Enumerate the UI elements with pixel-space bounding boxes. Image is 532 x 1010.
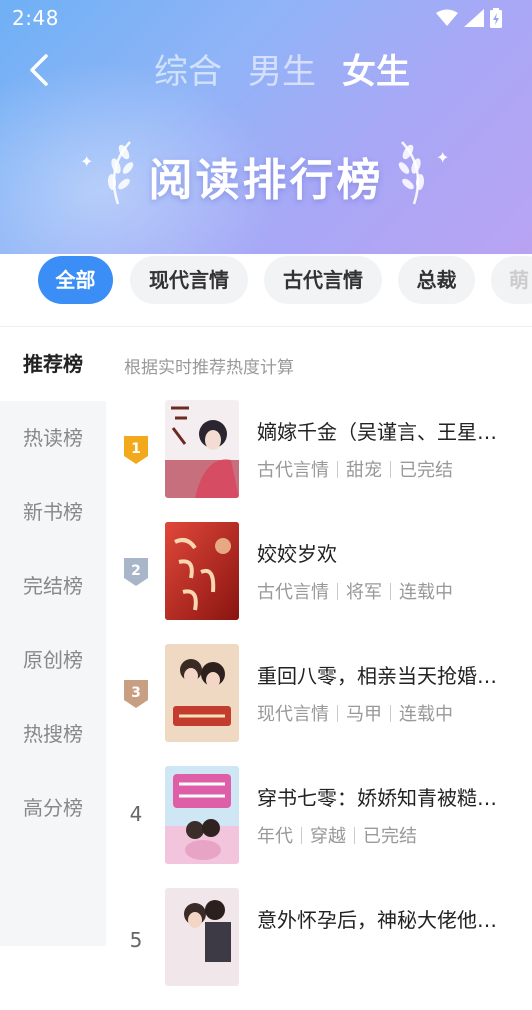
wifi-icon bbox=[436, 9, 458, 26]
book-tags: 现代言情 马甲 连载中 bbox=[257, 704, 453, 725]
sidebar-item-hot-search[interactable]: 热搜榜 bbox=[0, 697, 106, 771]
list-item[interactable]: 1 嫡嫁千金（吴谨言、王星越主演） 古代言情甜宠已完结 bbox=[106, 400, 532, 522]
book-cover[interactable] bbox=[165, 766, 239, 864]
book-tags: 古代言情 甜宠 已完结 bbox=[257, 460, 453, 481]
sparkle-icon: ✦ bbox=[436, 148, 450, 167]
status-icons bbox=[436, 8, 502, 28]
list-item[interactable]: 5 意外怀孕后，神秘大佬他宠妻无度 bbox=[106, 888, 532, 1010]
chip-ancient-romance[interactable]: 古代言情 bbox=[264, 256, 382, 304]
sidebar-item-hot-reading[interactable]: 热读榜 bbox=[0, 401, 106, 475]
tab-male[interactable]: 男生 bbox=[248, 44, 316, 93]
book-cover[interactable] bbox=[165, 522, 239, 620]
rank-bronze-badge-icon: 3 bbox=[124, 680, 148, 708]
book-title: 穿书七零：娇娇知青被糙汉宠上天 bbox=[257, 786, 507, 810]
book-tags: 古代言情 将军 连载中 bbox=[257, 582, 453, 603]
battery-icon bbox=[490, 8, 502, 28]
list-item[interactable]: 2 姣姣岁欢 古代言情 将军 连载中 bbox=[106, 522, 532, 644]
page-title: 阅读排行榜 bbox=[148, 155, 384, 206]
sidebar-item-recommended[interactable]: 推荐榜 bbox=[0, 327, 106, 401]
signal-icon bbox=[464, 9, 484, 27]
chip-ceo[interactable]: 总裁 bbox=[398, 256, 475, 304]
book-title: 嫡嫁千金（吴谨言、王星越主演） bbox=[257, 420, 507, 444]
gender-tabs: 综合 男生 女生 bbox=[154, 44, 410, 93]
svg-text:1: 1 bbox=[131, 441, 141, 457]
book-cover[interactable] bbox=[165, 644, 239, 742]
svg-text:3: 3 bbox=[131, 685, 141, 701]
rank-number: 4 bbox=[129, 802, 143, 826]
back-arrow-icon[interactable] bbox=[24, 50, 58, 90]
sidebar-item-completed[interactable]: 完结榜 bbox=[0, 549, 106, 623]
status-bar: 2:48 bbox=[0, 0, 532, 36]
chip-cute[interactable]: 萌 bbox=[491, 256, 532, 304]
book-list: 根据实时推荐热度计算 1 嫡嫁千金（吴谨言、王星越主演） 古代言情甜宠已完结 2 bbox=[106, 327, 532, 986]
list-item[interactable]: 3 重回八零，相亲当天抢婚最野糙汉 现代言情马甲连载中 bbox=[106, 644, 532, 766]
tab-general[interactable]: 综合 bbox=[154, 44, 222, 93]
status-time: 2:48 bbox=[12, 6, 59, 30]
book-title: 重回八零，相亲当天抢婚最野糙汉 bbox=[257, 664, 507, 688]
sidebar-item-high-score[interactable]: 高分榜 bbox=[0, 771, 106, 845]
chip-modern-romance[interactable]: 现代言情 bbox=[130, 256, 248, 304]
book-title: 姣姣岁欢 bbox=[257, 542, 337, 566]
sidebar-item-new-books[interactable]: 新书榜 bbox=[0, 475, 106, 549]
sidebar-item-original[interactable]: 原创榜 bbox=[0, 623, 106, 697]
book-tags: 年代 穿越 已完结 bbox=[257, 826, 417, 847]
list-hint: 根据实时推荐热度计算 bbox=[124, 358, 294, 378]
header-banner: 2:48 综合 男生 女生 ✦ 阅读排行榜 ✦ bbox=[0, 0, 532, 254]
laurel-right-icon bbox=[398, 141, 425, 205]
chip-all[interactable]: 全部 bbox=[38, 256, 113, 304]
rank-gold-badge-icon: 1 bbox=[124, 436, 148, 464]
category-chips: 全部 现代言情 古代言情 总裁 萌 bbox=[0, 254, 532, 327]
rank-number: 5 bbox=[129, 928, 143, 952]
list-item[interactable]: 4 穿书七零：娇娇知青被糙汉宠上天 年代穿越已完结 bbox=[106, 766, 532, 888]
tab-female[interactable]: 女生 bbox=[342, 44, 410, 93]
ranking-sidebar: 推荐榜 热读榜 新书榜 完结榜 原创榜 热搜榜 高分榜 bbox=[0, 327, 106, 946]
book-title: 意外怀孕后，神秘大佬他宠妻无度 bbox=[257, 908, 507, 932]
book-cover[interactable] bbox=[165, 888, 239, 986]
title-block: ✦ 阅读排行榜 ✦ bbox=[0, 132, 532, 212]
rank-silver-badge-icon: 2 bbox=[124, 558, 148, 586]
book-cover[interactable] bbox=[165, 400, 239, 498]
svg-text:2: 2 bbox=[131, 563, 141, 579]
